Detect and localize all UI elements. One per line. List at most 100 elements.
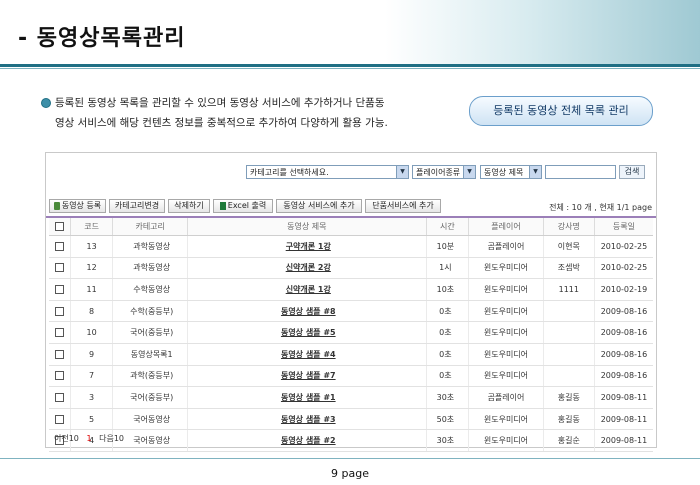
player-select-value: 플레이어종류 [416,168,461,177]
add-to-video-service-button[interactable]: 동영상 서비스에 추가 [276,199,362,213]
cell-teacher: 홍길동 [543,386,595,409]
register-video-button[interactable]: 동영상 등록 [49,199,106,213]
excel-export-button[interactable]: Excel 출력 [213,199,273,213]
col-header-teacher: 강사명 [543,218,595,236]
table-row: 7 과학(중등부) 동영상 샘플 #7 0초 윈도우미디어 2009-08-16 [49,365,653,388]
cell-teacher: 홍길순 [543,429,595,452]
cell-player: 윈도우미디어 [468,365,544,388]
dropdown-arrow-icon: ▼ [463,166,475,178]
pagination: 이전10 1 다음10 [54,433,124,444]
video-title-link[interactable]: 신약개론 2강 [286,263,331,272]
table-row: 8 수학(중등부) 동영상 샘플 #8 0초 윈도우미디어 2009-08-16 [49,300,653,323]
row-checkbox[interactable] [49,257,71,280]
cell-teacher: 이현목 [543,235,595,258]
manage-all-videos-button[interactable]: 등록된 동영상 전체 목록 관리 [469,96,653,126]
table-row: 10 국어(중등부) 동영상 샘플 #5 0초 윈도우미디어 2009-08-1… [49,321,653,344]
video-title-link[interactable]: 동영상 샘플 #3 [281,415,336,424]
cell-date: 2009-08-11 [594,429,653,452]
cell-player: 윈도우미디어 [468,300,544,323]
player-select[interactable]: 플레이어종류 ▼ [412,165,476,179]
col-header-time: 시간 [426,218,470,236]
cell-code: 7 [70,365,114,388]
video-title-link[interactable]: 동영상 샘플 #4 [281,350,336,359]
cell-title: 동영상 샘플 #1 [187,386,427,409]
change-category-button[interactable]: 카테고리변경 [109,199,165,213]
search-button[interactable]: 검색 [619,165,645,179]
table-header-row: 코드 카테고리 동영상 제목 시간 플레이어 강사명 등록일 [49,218,653,236]
description-line-2: 영상 서비스에 해당 컨텐츠 정보를 중복적으로 추가하여 다양하게 활용 가능… [55,117,388,129]
cell-category: 국어(중등부) [112,321,188,344]
search-input[interactable] [545,165,616,179]
video-title-link[interactable]: 구약개론 1강 [286,242,331,251]
row-checkbox[interactable] [49,235,71,258]
row-checkbox[interactable] [49,365,71,388]
cell-date: 2009-08-16 [594,321,653,344]
row-checkbox[interactable] [49,408,71,431]
row-checkbox[interactable] [49,386,71,409]
cell-date: 2009-08-11 [594,386,653,409]
video-title-link[interactable]: 동영상 샘플 #8 [281,307,336,316]
cell-title: 동영상 샘플 #5 [187,321,427,344]
cell-category: 수학(중등부) [112,300,188,323]
cell-category: 수학동영상 [112,278,188,301]
current-page[interactable]: 1 [86,434,91,443]
cell-code: 11 [70,278,114,301]
table-row: 13 과학동영상 구약개론 1강 10분 곰플레이어 이현목 2010-02-2… [49,235,653,258]
cell-category: 국어동영상 [112,408,188,431]
cell-teacher [543,321,595,344]
cell-time: 1시 [426,257,470,280]
cell-player: 곰플레이어 [468,235,544,258]
cell-date: 2010-02-25 [594,257,653,280]
col-header-player: 플레이어 [468,218,544,236]
cell-time: 30초 [426,429,470,452]
cell-title: 동영상 샘플 #8 [187,300,427,323]
cell-player: 윈도우미디어 [468,278,544,301]
cell-date: 2009-08-16 [594,343,653,366]
cell-title: 신약개론 2강 [187,257,427,280]
cell-title: 신약개론 1강 [187,278,427,301]
cell-category: 국어(중등부) [112,386,188,409]
header-divider [0,64,700,67]
cell-teacher: 조셉박 [543,257,595,280]
delete-button[interactable]: 삭제하기 [168,199,210,213]
register-icon [53,201,60,210]
add-to-single-service-button[interactable]: 단품서비스에 추가 [365,199,441,213]
video-title-link[interactable]: 동영상 샘플 #1 [281,393,336,402]
cell-title: 동영상 샘플 #2 [187,429,427,452]
video-title-link[interactable]: 동영상 샘플 #7 [281,371,336,380]
table-row: 4 국어동영상 동영상 샘플 #2 30초 윈도우미디어 홍길순 2009-08… [49,429,653,452]
row-checkbox[interactable] [49,343,71,366]
dropdown-arrow-icon: ▼ [529,166,541,178]
select-all-checkbox[interactable] [49,218,71,236]
video-title-link[interactable]: 동영상 샘플 #5 [281,328,336,337]
row-checkbox[interactable] [49,278,71,301]
cell-date: 2010-02-25 [594,235,653,258]
cell-category: 과학(중등부) [112,365,188,388]
prev-page-link[interactable]: 이전10 [54,434,79,443]
category-select[interactable]: 카테고리를 선택하세요. ▼ [246,165,409,179]
row-checkbox[interactable] [49,300,71,323]
cell-code: 3 [70,386,114,409]
row-checkbox[interactable] [49,321,71,344]
cell-teacher: 1111 [543,278,595,301]
table-row: 9 동영상목록1 동영상 샘플 #4 0초 윈도우미디어 2009-08-16 [49,343,653,366]
cell-title: 동영상 샘플 #3 [187,408,427,431]
cell-time: 30초 [426,386,470,409]
col-header-date: 등록일 [594,218,653,236]
cell-date: 2009-08-16 [594,365,653,388]
cell-player: 윈도우미디어 [468,321,544,344]
cell-teacher: 홍길동 [543,408,595,431]
cell-player: 윈도우미디어 [468,429,544,452]
cell-category: 과학동영상 [112,235,188,258]
category-select-value: 카테고리를 선택하세요. [250,168,329,177]
cell-time: 0초 [426,321,470,344]
search-field-select[interactable]: 동영상 제목 ▼ [480,165,542,179]
video-title-link[interactable]: 신약개론 1강 [286,285,331,294]
cell-date: 2010-02-19 [594,278,653,301]
next-page-link[interactable]: 다음10 [99,434,124,443]
cell-teacher [543,365,595,388]
cell-player: 곰플레이어 [468,386,544,409]
video-title-link[interactable]: 동영상 샘플 #2 [281,436,336,445]
page-number: 9 page [331,467,369,480]
cell-code: 12 [70,257,114,280]
